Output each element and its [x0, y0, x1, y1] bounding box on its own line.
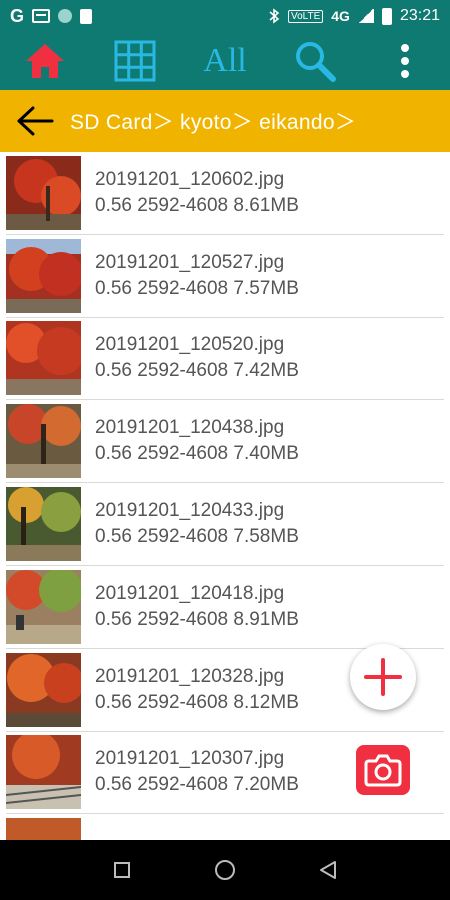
signal-icon [357, 9, 374, 23]
bluetooth-icon [269, 8, 280, 24]
photo-thumbnail [6, 155, 81, 230]
plus-icon [364, 658, 402, 696]
file-info: 0.56 2592-4608 7.58MB [95, 526, 299, 548]
search-button[interactable] [270, 32, 360, 90]
circle-dot-icon [58, 9, 73, 23]
grid-view-button[interactable] [90, 32, 180, 90]
camera-button[interactable] [356, 745, 410, 795]
all-label: All [203, 42, 247, 79]
volte-label: VoLTE [287, 9, 324, 23]
file-name: 20191201_120328.jpg [95, 665, 285, 687]
battery-icon [381, 7, 392, 25]
photo-thumbnail [6, 818, 81, 840]
back-nav-button[interactable] [308, 850, 348, 890]
file-info: 0.56 2592-4608 7.40MB [95, 443, 299, 465]
home-nav-button[interactable] [205, 850, 245, 890]
file-name: 20191201_120602.jpg [95, 168, 285, 190]
home-button[interactable] [0, 32, 90, 90]
file-name: 20191201_120527.jpg [95, 251, 285, 273]
file-name: 20191201_120433.jpg [95, 500, 285, 522]
sd-card-icon [80, 8, 93, 24]
breadcrumb-bar: SD Card＞ kyoto＞ eikando＞ [0, 90, 450, 152]
photo-thumbnail [6, 735, 81, 810]
list-item[interactable]: 20191201_120438.jpg 0.56 2592-4608 7.40M… [6, 400, 444, 484]
recents-button[interactable] [102, 850, 142, 890]
file-info: 0.56 2592-4608 8.12MB [95, 691, 299, 713]
camera-icon [364, 754, 402, 787]
photo-thumbnail [6, 569, 81, 644]
photo-thumbnail [6, 238, 81, 313]
more-vert-icon [401, 44, 409, 78]
file-name: 20191201_120438.jpg [95, 417, 285, 439]
clock: 23:21 [399, 7, 440, 24]
all-filter-button[interactable]: All [180, 32, 270, 90]
add-button[interactable] [350, 644, 416, 710]
top-toolbar: All [0, 32, 450, 90]
file-info: 0.56 2592-4608 8.61MB [95, 194, 299, 216]
list-item[interactable] [6, 814, 444, 840]
photo-thumbnail [6, 404, 81, 479]
file-info: 0.56 2592-4608 8.91MB [95, 608, 299, 630]
file-info: 0.56 2592-4608 7.57MB [95, 277, 299, 299]
file-list: 20191201_120602.jpg 0.56 2592-4608 8.61M… [0, 152, 450, 840]
more-options-button[interactable] [360, 32, 450, 90]
list-item[interactable]: 20191201_120602.jpg 0.56 2592-4608 8.61M… [6, 152, 444, 235]
back-arrow-icon [17, 106, 54, 136]
back-button[interactable] [0, 90, 70, 152]
search-icon [296, 42, 336, 82]
file-name: 20191201_120520.jpg [95, 334, 285, 356]
gmail-icon [32, 9, 51, 23]
file-info: 0.56 2592-4608 7.20MB [95, 774, 299, 796]
photo-thumbnail [6, 487, 81, 562]
file-name: 20191201_120418.jpg [95, 582, 285, 604]
photo-thumbnail [6, 652, 81, 727]
breadcrumb-path[interactable]: SD Card＞ kyoto＞ eikando＞ [70, 106, 356, 136]
file-info: 0.56 2592-4608 7.42MB [95, 360, 299, 382]
status-bar: G VoLTE 4G 23:21 [0, 0, 450, 32]
list-item[interactable]: 20191201_120520.jpg 0.56 2592-4608 7.42M… [6, 318, 444, 401]
back-triangle-icon [320, 861, 337, 879]
file-name: 20191201_120307.jpg [95, 748, 285, 770]
google-icon: G [10, 5, 25, 26]
network-label: 4G [331, 8, 350, 24]
system-nav-bar [0, 840, 450, 900]
home-icon [26, 44, 64, 78]
list-item[interactable]: 20191201_120418.jpg 0.56 2592-4608 8.91M… [6, 566, 444, 649]
grid-icon [114, 40, 156, 82]
recents-icon [113, 862, 130, 878]
list-item[interactable]: 20191201_120433.jpg 0.56 2592-4608 7.58M… [6, 483, 444, 566]
home-circle-icon [214, 860, 235, 880]
photo-thumbnail [6, 321, 81, 396]
list-item[interactable]: 20191201_120527.jpg 0.56 2592-4608 7.57M… [6, 235, 444, 318]
